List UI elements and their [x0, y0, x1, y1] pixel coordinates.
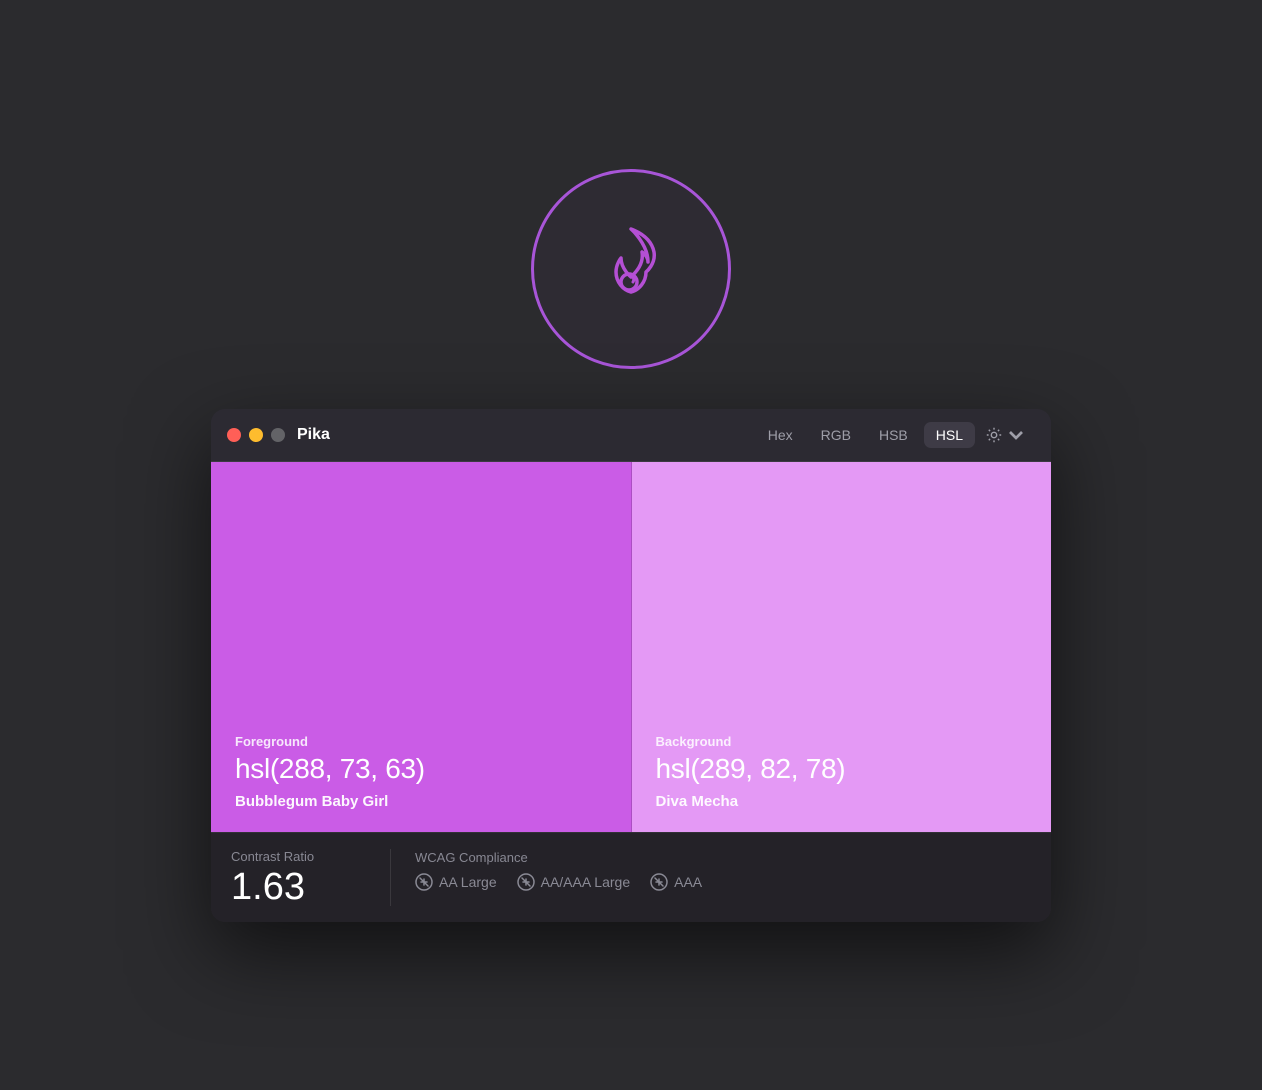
- foreground-panel[interactable]: Foreground hsl(288, 73, 63) Bubblegum Ba…: [211, 462, 632, 832]
- foreground-value: hsl(288, 73, 63): [235, 753, 607, 785]
- maximize-button[interactable]: [271, 428, 285, 442]
- contrast-label: Contrast Ratio: [231, 849, 366, 864]
- wcag-aa-large-label: AA Large: [439, 874, 497, 890]
- fail-icon-aa-large: [415, 873, 433, 891]
- wcag-aaa-label: AAA: [674, 874, 702, 890]
- settings-button[interactable]: [975, 421, 1035, 449]
- foreground-name: Bubblegum Baby Girl: [235, 793, 607, 810]
- background-value: hsl(289, 82, 78): [656, 753, 1028, 785]
- gear-icon: [985, 426, 1003, 444]
- background-panel[interactable]: Background hsl(289, 82, 78) Diva Mecha: [632, 462, 1052, 832]
- wcag-section: WCAG Compliance AA Large: [415, 849, 1031, 891]
- fail-icon-aaa: [650, 873, 668, 891]
- wcag-items: AA Large AA/AAA Large: [415, 873, 1031, 891]
- minimize-button[interactable]: [249, 428, 263, 442]
- color-panels: Foreground hsl(288, 73, 63) Bubblegum Ba…: [211, 462, 1051, 832]
- format-tabs: Hex RGB HSB HSL: [756, 422, 975, 448]
- close-button[interactable]: [227, 428, 241, 442]
- traffic-lights: [227, 428, 285, 442]
- tab-hsb[interactable]: HSB: [867, 422, 920, 448]
- wcag-item-aa-large: AA Large: [415, 873, 497, 891]
- wcag-item-aa-aaa-large: AA/AAA Large: [517, 873, 631, 891]
- wcag-label: WCAG Compliance: [415, 850, 1031, 865]
- contrast-section: Contrast Ratio 1.63: [231, 849, 391, 906]
- chevron-down-icon: [1007, 426, 1025, 444]
- background-name: Diva Mecha: [656, 793, 1028, 810]
- bottom-bar: Contrast Ratio 1.63 WCAG Compliance AA L…: [211, 832, 1051, 922]
- titlebar: Pika Hex RGB HSB HSL: [211, 409, 1051, 462]
- app-window: Pika Hex RGB HSB HSL Foreground hsl(288,…: [211, 409, 1051, 922]
- contrast-value: 1.63: [231, 868, 366, 906]
- window-title: Pika: [285, 426, 756, 444]
- flame-icon: [576, 214, 686, 324]
- fail-icon-aa-aaa-large: [517, 873, 535, 891]
- app-icon: [531, 169, 731, 369]
- background-label: Background: [656, 734, 1028, 749]
- wcag-aa-aaa-large-label: AA/AAA Large: [541, 874, 631, 890]
- tab-hex[interactable]: Hex: [756, 422, 805, 448]
- foreground-label: Foreground: [235, 734, 607, 749]
- tab-hsl[interactable]: HSL: [924, 422, 975, 448]
- tab-rgb[interactable]: RGB: [809, 422, 863, 448]
- wcag-item-aaa: AAA: [650, 873, 702, 891]
